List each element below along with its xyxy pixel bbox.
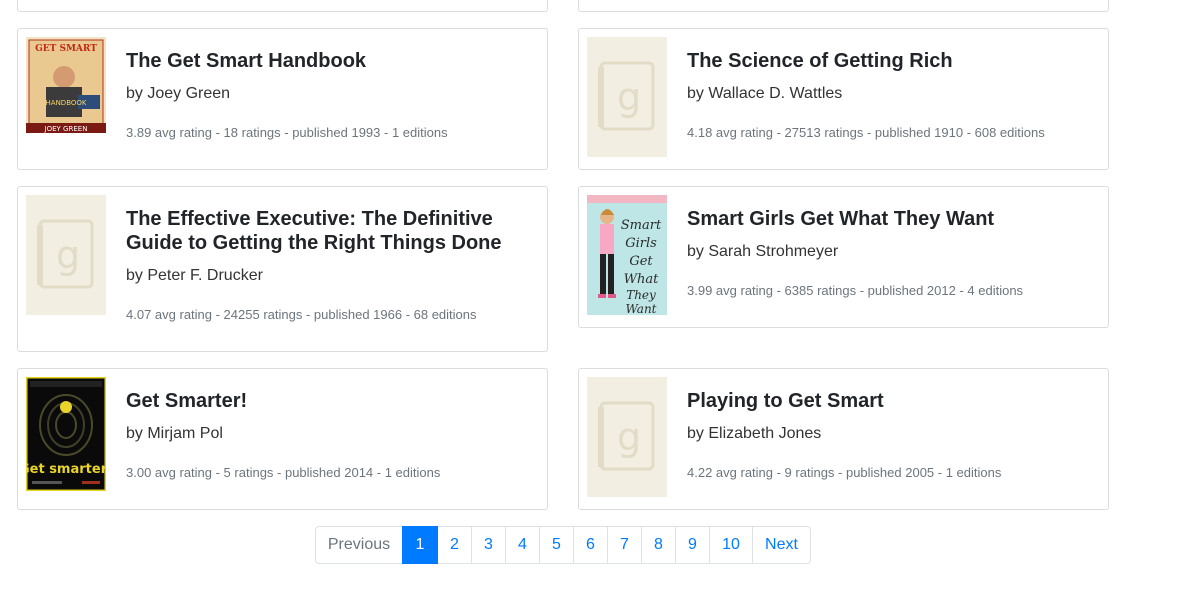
pagination: Previous 1 2 3 4 5 6 7 8 9 10 Next	[315, 526, 811, 564]
book-cover[interactable]: g	[587, 37, 667, 157]
svg-text:Get smarter!: Get smarter!	[26, 462, 106, 477]
book-meta: 4.18 avg rating - 27513 ratings - publis…	[687, 125, 1045, 140]
book-author: by Wallace D. Wattles	[687, 85, 843, 102]
book-meta: 3.00 avg rating - 5 ratings - published …	[126, 465, 441, 480]
next-page-button[interactable]: Next	[752, 526, 811, 564]
search-results: GET SMART HANDBOOK JOEY GREEN The Get Sm…	[0, 0, 1194, 597]
previous-page-button[interactable]: Previous	[315, 526, 403, 564]
book-card: GET SMART HANDBOOK JOEY GREEN The Get Sm…	[17, 28, 548, 170]
book-meta: 3.89 avg rating - 18 ratings - published…	[126, 125, 448, 140]
book-card: g The Science of Getting Rich by Wallace…	[578, 28, 1109, 170]
book-cover[interactable]: Smart Girls Get What They Want	[587, 195, 667, 315]
svg-text:HANDBOOK: HANDBOOK	[46, 99, 87, 107]
page-9-button[interactable]: 9	[675, 526, 710, 564]
svg-text:Get: Get	[629, 254, 653, 269]
book-author: by Joey Green	[126, 85, 231, 102]
book-author: by Sarah Strohmeyer	[687, 243, 839, 260]
book-title-link[interactable]: The Get Smart Handbook	[126, 49, 533, 73]
book-cover[interactable]: GET SMART HANDBOOK JOEY GREEN	[26, 37, 106, 157]
svg-text:JOEY GREEN: JOEY GREEN	[44, 125, 88, 133]
page-8-button[interactable]: 8	[641, 526, 676, 564]
smart-girls-cover-icon: Smart Girls Get What They Want	[587, 195, 667, 315]
book-info: Smart Girls Get What They Want by Sarah …	[687, 207, 1094, 299]
book-cover[interactable]: Get smarter!	[26, 377, 106, 497]
book-card: Smart Girls Get What They Want Smart Gir…	[578, 186, 1109, 328]
page-7-button[interactable]: 7	[607, 526, 642, 564]
book-title-link[interactable]: Playing to Get Smart	[687, 389, 1094, 413]
svg-text:Smart: Smart	[621, 218, 662, 233]
svg-text:Girls: Girls	[625, 236, 657, 251]
goodreads-placeholder-icon: g	[598, 61, 655, 131]
book-cover[interactable]: g	[26, 195, 106, 315]
page-10-button[interactable]: 10	[709, 526, 753, 564]
book-cover[interactable]: g	[587, 377, 667, 497]
page-1-button[interactable]: 1	[402, 526, 438, 564]
svg-text:What: What	[624, 272, 659, 287]
goodreads-placeholder-icon: g	[598, 401, 655, 471]
book-info: Get Smarter! by Mirjam Pol 3.00 avg rati…	[126, 389, 533, 481]
get-smart-handbook-cover-icon: GET SMART HANDBOOK JOEY GREEN	[26, 37, 106, 133]
svg-text:g: g	[617, 75, 641, 119]
page-2-button[interactable]: 2	[437, 526, 472, 564]
svg-text:GET SMART: GET SMART	[35, 44, 97, 54]
book-card: Get smarter! Get Smarter! by Mirjam Pol …	[17, 368, 548, 510]
book-card-partial	[578, 0, 1109, 12]
goodreads-placeholder-icon: g	[37, 219, 94, 289]
svg-text:Want: Want	[626, 302, 657, 315]
book-title-link[interactable]: The Effective Executive: The Definitive …	[126, 207, 533, 255]
book-meta: 4.22 avg rating - 9 ratings - published …	[687, 465, 1002, 480]
get-smarter-cover-icon: Get smarter!	[26, 377, 106, 491]
svg-text:They: They	[626, 288, 656, 302]
book-info: The Science of Getting Rich by Wallace D…	[687, 49, 1094, 141]
svg-text:g: g	[617, 415, 641, 459]
book-title-link[interactable]: The Science of Getting Rich	[687, 49, 1094, 73]
book-card-partial	[17, 0, 548, 12]
page-5-button[interactable]: 5	[539, 526, 574, 564]
page-6-button[interactable]: 6	[573, 526, 608, 564]
svg-text:g: g	[56, 233, 80, 277]
book-info: Playing to Get Smart by Elizabeth Jones …	[687, 389, 1094, 481]
book-title-link[interactable]: Get Smarter!	[126, 389, 533, 413]
book-author: by Elizabeth Jones	[687, 425, 822, 442]
book-meta: 3.99 avg rating - 6385 ratings - publish…	[687, 283, 1024, 298]
book-author: by Peter F. Drucker	[126, 267, 263, 284]
book-title-link[interactable]: Smart Girls Get What They Want	[687, 207, 1094, 231]
book-info: The Effective Executive: The Definitive …	[126, 207, 533, 323]
book-card: g The Effective Executive: The Definitiv…	[17, 186, 548, 352]
book-info: The Get Smart Handbook by Joey Green 3.8…	[126, 49, 533, 141]
book-meta: 4.07 avg rating - 24255 ratings - publis…	[126, 307, 477, 322]
book-card: g Playing to Get Smart by Elizabeth Jone…	[578, 368, 1109, 510]
page-3-button[interactable]: 3	[471, 526, 506, 564]
book-author: by Mirjam Pol	[126, 425, 223, 442]
page-4-button[interactable]: 4	[505, 526, 540, 564]
